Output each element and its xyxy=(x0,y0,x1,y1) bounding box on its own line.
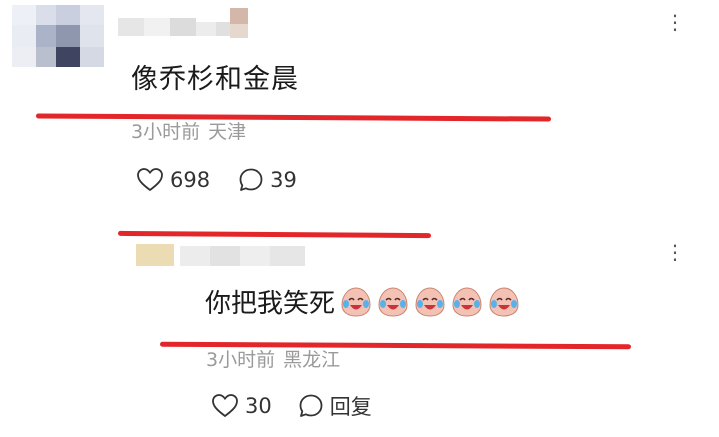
crying-laughing-emoji xyxy=(378,286,408,317)
comment-body: 你把我笑死 xyxy=(205,283,524,320)
heart-icon xyxy=(137,168,163,191)
red-annotation-underline xyxy=(117,230,432,239)
username-blurred[interactable] xyxy=(118,8,248,40)
like-count: 698 xyxy=(170,168,211,192)
comment-meta: 3小时前 黑龙江 xyxy=(206,345,340,372)
like-button[interactable]: 30 xyxy=(211,393,272,419)
comment-bubble-icon xyxy=(299,394,323,417)
red-annotation-underline xyxy=(35,113,552,122)
comment-time: 3小时前 xyxy=(206,349,276,371)
comment-meta: 3小时前 天津 xyxy=(131,117,246,144)
comment-text: 像乔杉和金晨 xyxy=(131,64,299,95)
comment-text: 你把我笑死 xyxy=(205,289,336,319)
like-button[interactable]: 698 xyxy=(136,167,210,193)
comment-location: 天津 xyxy=(208,121,247,143)
comment-location: 黑龙江 xyxy=(283,349,341,371)
crying-laughing-emoji xyxy=(341,286,371,317)
crying-laughing-emoji xyxy=(452,286,482,317)
heart-icon xyxy=(212,394,238,417)
username-blurred[interactable] xyxy=(180,240,305,268)
like-count: 30 xyxy=(245,394,272,418)
reply-count: 39 xyxy=(270,168,297,192)
reply-label: 回复 xyxy=(329,395,372,419)
avatar[interactable] xyxy=(136,244,174,266)
comment-actions: 698 39 xyxy=(136,163,297,197)
comment-actions: 30 回复 xyxy=(211,389,372,423)
more-icon[interactable]: ⋮ xyxy=(665,10,686,34)
reply-button[interactable]: 回复 xyxy=(298,391,372,421)
crying-laughing-emoji xyxy=(489,286,519,317)
crying-laughing-emoji xyxy=(415,286,445,317)
avatar[interactable] xyxy=(12,5,104,67)
more-icon[interactable]: ⋮ xyxy=(665,240,686,264)
comment-time: 3小时前 xyxy=(131,121,201,143)
reply-button[interactable]: 39 xyxy=(238,167,297,193)
comment-bubble-icon xyxy=(239,168,263,191)
emoji-group xyxy=(339,285,524,319)
